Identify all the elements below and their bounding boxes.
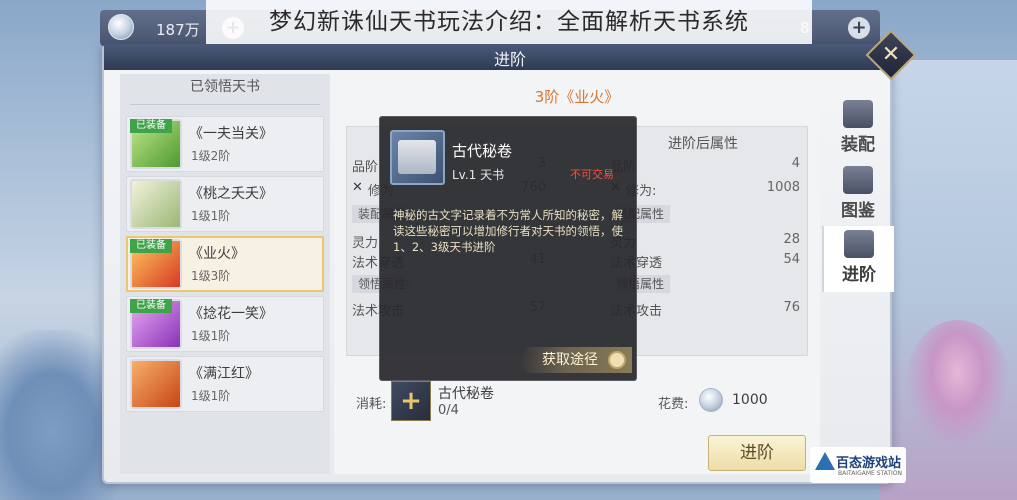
attr-label: 品阶 <box>352 160 379 175</box>
stage-title: 3阶《业火》 <box>534 88 620 106</box>
cost-item-name: 古代秘卷 <box>438 386 494 402</box>
book-icon <box>130 359 182 409</box>
book-name: 《满江红》 <box>189 366 259 382</box>
book-name: 《一夫当关》 <box>189 126 273 142</box>
book-icon <box>130 179 182 229</box>
equipped-tag: 已装备 <box>130 119 172 133</box>
attr-value: 76 <box>783 300 800 315</box>
background-creature <box>905 320 1010 450</box>
book-icon <box>843 100 873 128</box>
fee-value: 1000 <box>732 392 768 408</box>
book-level: 1级1阶 <box>191 209 231 223</box>
book-level: 1级1阶 <box>191 329 231 343</box>
watermark-logo-icon <box>815 452 835 470</box>
tab-label: 装配 <box>841 135 875 155</box>
book-level: 1级1阶 <box>191 389 231 403</box>
equipped-tag: 已装备 <box>130 239 172 253</box>
tab-equip[interactable]: 装配 <box>822 96 894 162</box>
book-list-item[interactable]: 《满江红》 1级1阶 <box>126 356 324 412</box>
tab-advance[interactable]: 进阶 <box>822 226 894 292</box>
currency-value: 187万 <box>156 21 200 39</box>
book-list-item[interactable]: 已装备 《捻花一笑》 1级1阶 <box>126 296 324 352</box>
add-item-icon[interactable]: + <box>391 381 431 421</box>
fee-label: 花费: <box>658 397 689 412</box>
tooltip-description: 神秘的古文字记录着不为常人所知的秘密，解读这些秘密可以增加修行者对天书的领悟，使… <box>393 208 623 254</box>
book-list-item-selected[interactable]: 已装备 《业火》 1级3阶 <box>126 236 324 292</box>
book-name: 《业火》 <box>189 246 245 262</box>
cost-item-count: 0/4 <box>438 403 459 418</box>
close-icon[interactable]: ✕ <box>873 37 909 73</box>
silver-coin-icon <box>108 14 134 40</box>
book-level: 1级2阶 <box>191 149 231 163</box>
advance-button[interactable]: 进阶 <box>708 435 806 471</box>
attr-value: 28 <box>783 232 800 247</box>
book-name: 《桃之夭夭》 <box>189 186 273 202</box>
attr-value: 54 <box>783 252 800 267</box>
tab-label: 进阶 <box>842 265 876 285</box>
book-list-item[interactable]: 已装备 《一夫当关》 1级2阶 <box>126 116 324 172</box>
book-level: 1级3阶 <box>191 269 231 283</box>
close-icon: ✕ <box>352 180 363 195</box>
watermark-subtext: BAITAIGAME STATION <box>838 470 902 477</box>
book-list-item[interactable]: 《桃之夭夭》 1级1阶 <box>126 176 324 232</box>
equipped-tag: 已装备 <box>130 299 172 313</box>
lotus-icon <box>844 230 874 258</box>
tooltip-item-name: 古代秘卷 <box>452 142 513 160</box>
tooltip-item-level: Lv.1 天书 <box>452 168 505 182</box>
add-resource-button[interactable]: + <box>848 17 870 39</box>
learned-books-header: 已领悟天书 <box>190 79 260 95</box>
book-name: 《捻花一笑》 <box>189 306 273 322</box>
attr-value: 1008 <box>766 180 800 195</box>
attr-label: 灵力 <box>352 236 379 251</box>
attr-value: 4 <box>791 156 800 171</box>
cost-label: 消耗: <box>356 397 387 412</box>
silver-coin-icon <box>699 388 723 412</box>
window-title: 进阶 <box>493 50 526 69</box>
tab-label: 图鉴 <box>841 201 875 221</box>
book-open-icon <box>843 166 873 194</box>
obtain-source-icon[interactable] <box>608 351 626 369</box>
tab-gallery[interactable]: 图鉴 <box>822 162 894 228</box>
scroll-icon-inner <box>398 140 436 174</box>
tooltip-trade-status: 不可交易 <box>570 168 614 181</box>
divider <box>130 104 320 105</box>
after-attr-header: 进阶后属性 <box>668 136 738 152</box>
watermark-text: 百态游戏站 <box>836 456 902 471</box>
page-caption: 梦幻新诛仙天书玩法介绍：全面解析天书系统 <box>206 0 812 44</box>
